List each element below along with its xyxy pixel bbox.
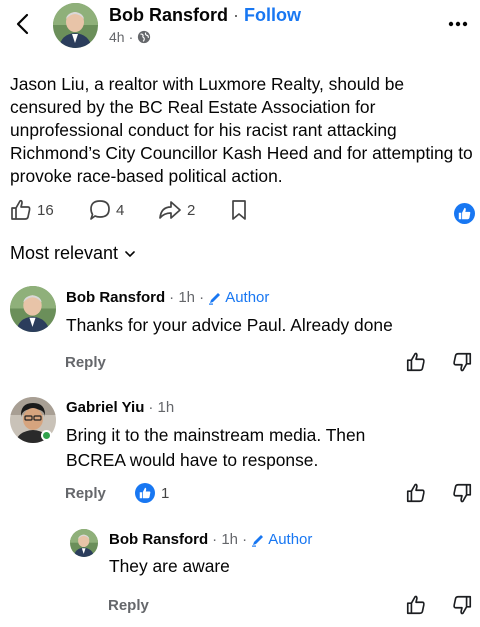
- comment-text-line: BCREA would have to response.: [66, 450, 319, 470]
- globe-icon: [138, 30, 151, 44]
- like-button[interactable]: 16: [9, 198, 54, 222]
- share-count: 2: [187, 201, 196, 219]
- meta-dot: ·: [128, 29, 134, 45]
- post-action-bar: 16 4 2: [0, 198, 480, 228]
- comment-text: Thanks for your advice Paul. Already don…: [66, 315, 393, 335]
- comment-text: They are aware: [109, 556, 230, 576]
- comment-author[interactable]: Bob Ransford: [66, 289, 165, 306]
- comment-count: 4: [116, 201, 125, 219]
- share-icon: [159, 201, 181, 219]
- name-separator: ·: [228, 5, 244, 25]
- comment-reactions[interactable]: 1: [135, 483, 169, 503]
- like-reaction-icon: [135, 483, 155, 503]
- comment-avatar[interactable]: [10, 286, 56, 332]
- post-text: Jason Liu, a realtor with Luxmore Realty…: [10, 74, 473, 186]
- thumbs-up-icon[interactable]: [405, 351, 427, 373]
- thumbs-up-icon: [11, 199, 31, 220]
- comment-header: Gabriel Yiu · 1h: [66, 399, 174, 416]
- follow-button[interactable]: Follow: [244, 5, 301, 25]
- comment-author[interactable]: Bob Ransford: [109, 531, 208, 548]
- comment-text: Bring it to the mainstream media. Then B…: [66, 423, 365, 473]
- thumbs-down-icon[interactable]: [451, 482, 473, 504]
- chevron-down-icon: [125, 250, 135, 257]
- thumbs-down-icon[interactable]: [451, 594, 473, 616]
- comment-icon: [90, 200, 110, 220]
- more-options-icon[interactable]: [446, 12, 470, 36]
- comment-header: Bob Ransford · 1h · Author: [109, 531, 312, 548]
- comment-time[interactable]: · 1h ·: [212, 531, 247, 548]
- sort-label: Most relevant: [10, 243, 119, 263]
- author-badge-label: Author: [268, 531, 313, 548]
- like-count: 16: [37, 201, 54, 219]
- post-time[interactable]: 4h: [109, 29, 125, 45]
- save-button[interactable]: [229, 198, 249, 222]
- comment-text-line: Bring it to the mainstream media. Then: [66, 425, 366, 445]
- thumbs-up-icon[interactable]: [405, 482, 427, 504]
- thumbs-down-icon[interactable]: [451, 351, 473, 373]
- comment-time[interactable]: · 1h ·: [169, 289, 204, 306]
- share-button[interactable]: 2: [157, 198, 195, 222]
- reaction-count: 1: [161, 484, 170, 502]
- reply-button[interactable]: Reply: [65, 485, 106, 502]
- comment-sort-dropdown[interactable]: Most relevant: [10, 243, 136, 264]
- like-reaction-icon[interactable]: [454, 203, 475, 224]
- comment-author[interactable]: Gabriel Yiu: [66, 399, 144, 416]
- reply-button[interactable]: Reply: [65, 354, 106, 371]
- pencil-icon: [252, 534, 264, 547]
- online-status-indicator: [41, 430, 52, 441]
- comment-button[interactable]: 4: [88, 198, 124, 222]
- author-badge: Author: [208, 289, 269, 306]
- thumbs-up-icon[interactable]: [405, 594, 427, 616]
- post-meta: 4h ·: [109, 29, 151, 45]
- bookmark-icon: [232, 200, 246, 220]
- post-header: Bob Ransford · Follow 4h ·: [0, 0, 480, 56]
- author-name[interactable]: Bob Ransford: [109, 5, 228, 25]
- author-line: Bob Ransford · Follow: [109, 5, 301, 26]
- author-badge: Author: [251, 531, 312, 548]
- comment-time[interactable]: · 1h: [148, 399, 174, 416]
- comment-header: Bob Ransford · 1h · Author: [66, 289, 269, 306]
- comment-avatar[interactable]: [70, 529, 98, 557]
- author-badge-label: Author: [225, 289, 270, 306]
- reply-button[interactable]: Reply: [108, 597, 149, 614]
- pencil-icon: [209, 292, 221, 305]
- author-avatar[interactable]: [53, 3, 98, 48]
- back-arrow-icon[interactable]: [12, 12, 36, 36]
